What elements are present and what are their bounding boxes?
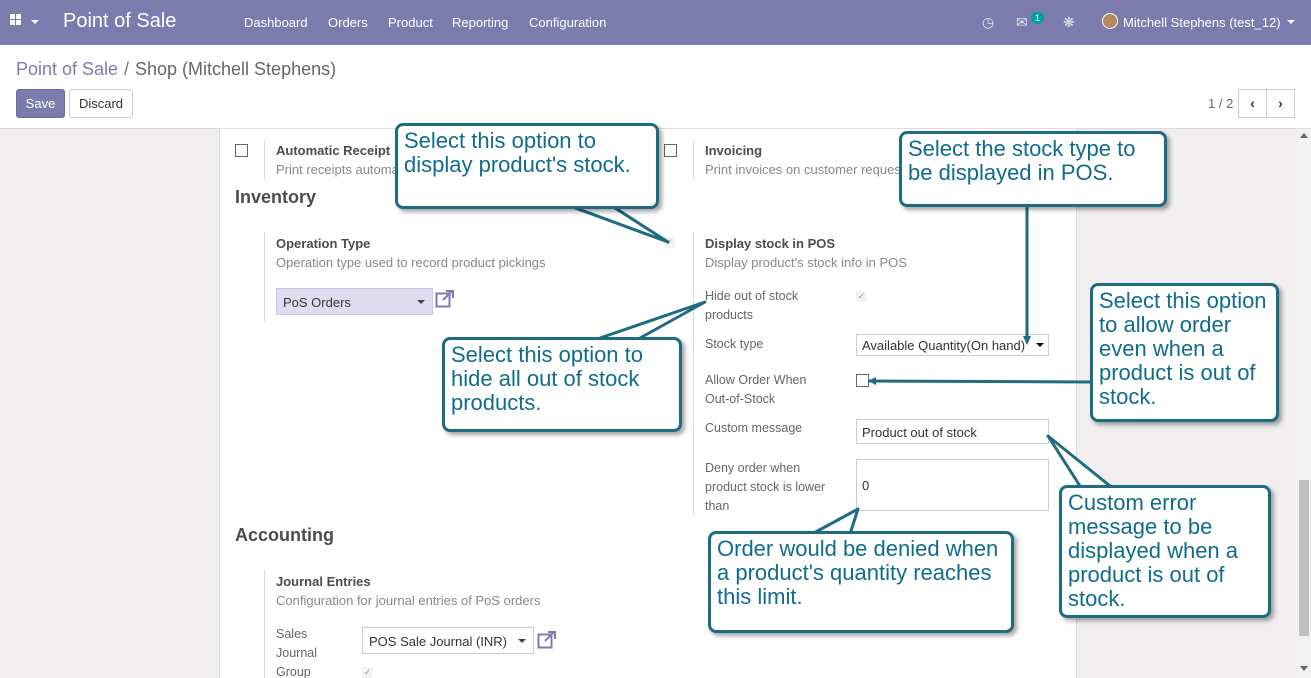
sales-journal-label: Sales Journal <box>276 627 317 660</box>
operation-type-select[interactable]: PoS Orders <box>276 288 433 315</box>
avatar[interactable] <box>1102 13 1118 29</box>
operation-type-desc: Operation type used to record product pi… <box>276 255 546 270</box>
hide-out-of-stock-label: Hide out of stock products <box>705 289 799 322</box>
app-title: Point of Sale <box>63 10 177 32</box>
menu-configuration[interactable]: Configuration <box>529 15 606 30</box>
auto-receipt-checkbox[interactable] <box>235 144 248 157</box>
page-title: Shop (Mitchell Stephens) <box>135 59 337 79</box>
stock-type-value: Available Quantity(On hand) <box>862 338 1026 353</box>
auto-receipt-desc: Print receipts automa <box>276 162 399 177</box>
sales-journal-value: POS Sale Journal (INR) <box>369 634 507 649</box>
callout-allow-order: Select this option to allow order even w… <box>1090 283 1279 422</box>
invoicing-desc: Print invoices on customer reques <box>705 162 901 177</box>
control-panel: Point of Sale / Shop (Mitchell Stephens)… <box>0 45 1311 129</box>
discard-button[interactable]: Discard <box>69 89 133 118</box>
invoicing-checkbox[interactable] <box>664 144 677 157</box>
breadcrumb-root[interactable]: Point of Sale <box>16 59 118 80</box>
clock-icon[interactable]: ◷ <box>982 14 994 31</box>
save-button[interactable]: Save <box>16 89 65 118</box>
chevron-right-icon: › <box>1278 95 1283 111</box>
hide-out-of-stock-checkbox[interactable]: ✓ <box>856 291 867 302</box>
invoicing-title: Invoicing <box>705 143 763 158</box>
pager-next-button[interactable]: › <box>1266 89 1295 118</box>
journal-entries-title: Journal Entries <box>276 574 371 589</box>
menu-dashboard[interactable]: Dashboard <box>244 15 308 30</box>
display-stock-title: Display stock in POS <box>705 236 836 251</box>
pager-prev-button[interactable]: ‹ <box>1238 89 1267 118</box>
callout-hide-out-of-stock: Select this option to hide all out of st… <box>442 337 682 432</box>
custom-message-label: Custom message <box>705 421 803 435</box>
chat-badge: 1 <box>1031 12 1045 24</box>
external-link-icon[interactable] <box>537 631 557 649</box>
display-stock-desc: Display product's stock info in POS <box>705 255 907 270</box>
auto-receipt-title: Automatic Receipt <box>276 143 391 158</box>
pager-value: 1 / 2 <box>1208 96 1234 111</box>
chevron-left-icon: ‹ <box>1250 95 1255 111</box>
caret-down-icon <box>417 300 425 304</box>
allow-order-checkbox[interactable] <box>856 374 869 387</box>
display-stock-checkbox[interactable]: ✓ <box>664 237 675 248</box>
stock-type-label: Stock type <box>705 337 764 351</box>
apps-menu-icon[interactable] <box>10 14 40 32</box>
menu-orders[interactable]: Orders <box>328 15 368 30</box>
bug-icon[interactable]: ❋ <box>1063 14 1075 31</box>
deny-order-input[interactable]: 0 <box>856 459 1049 511</box>
accounting-section-title: Accounting <box>235 525 334 545</box>
deny-order-value: 0 <box>862 478 870 493</box>
scroll-up-icon[interactable] <box>1300 133 1308 138</box>
custom-message-input[interactable]: Product out of stock <box>856 419 1049 444</box>
menu-reporting[interactable]: Reporting <box>452 15 508 30</box>
callout-deny-order: Order would be denied when a product's q… <box>708 531 1014 633</box>
chevron-down-icon[interactable] <box>1287 20 1295 24</box>
user-menu[interactable]: Mitchell Stephens (test_12) <box>1123 15 1281 30</box>
chat-icon[interactable]: ✉ <box>1016 14 1028 31</box>
operation-type-title: Operation Type <box>276 236 371 251</box>
caret-down-icon <box>1036 343 1044 347</box>
external-link-icon[interactable] <box>435 290 455 308</box>
menu-product[interactable]: Product <box>388 15 433 30</box>
scroll-down-icon[interactable] <box>1300 666 1308 671</box>
custom-message-value: Product out of stock <box>862 425 977 440</box>
callout-custom-message: Custom error message to be displayed whe… <box>1059 485 1271 618</box>
breadcrumb-separator: / <box>124 59 130 79</box>
operation-type-value: PoS Orders <box>283 295 351 310</box>
sales-journal-select[interactable]: POS Sale Journal (INR) <box>362 627 534 654</box>
inventory-section-title: Inventory <box>235 187 317 207</box>
journal-entries-desc: Configuration for journal entries of PoS… <box>276 593 541 608</box>
caret-down-icon <box>518 639 526 643</box>
scroll-thumb[interactable] <box>1299 480 1309 636</box>
top-navbar: Point of Sale Dashboard Orders Product R… <box>0 0 1311 45</box>
deny-order-label: Deny order when product stock is lower t… <box>705 461 826 513</box>
stock-type-select[interactable]: Available Quantity(On hand) <box>856 334 1049 356</box>
group-label: Group <box>276 665 311 678</box>
callout-display-stock: Select this option to display product's … <box>395 123 659 209</box>
callout-stock-type: Select the stock type to be displayed in… <box>899 131 1167 207</box>
group-checkbox[interactable]: ✓ <box>362 667 373 678</box>
allow-order-label: Allow Order When Out-of-Stock <box>705 373 807 406</box>
